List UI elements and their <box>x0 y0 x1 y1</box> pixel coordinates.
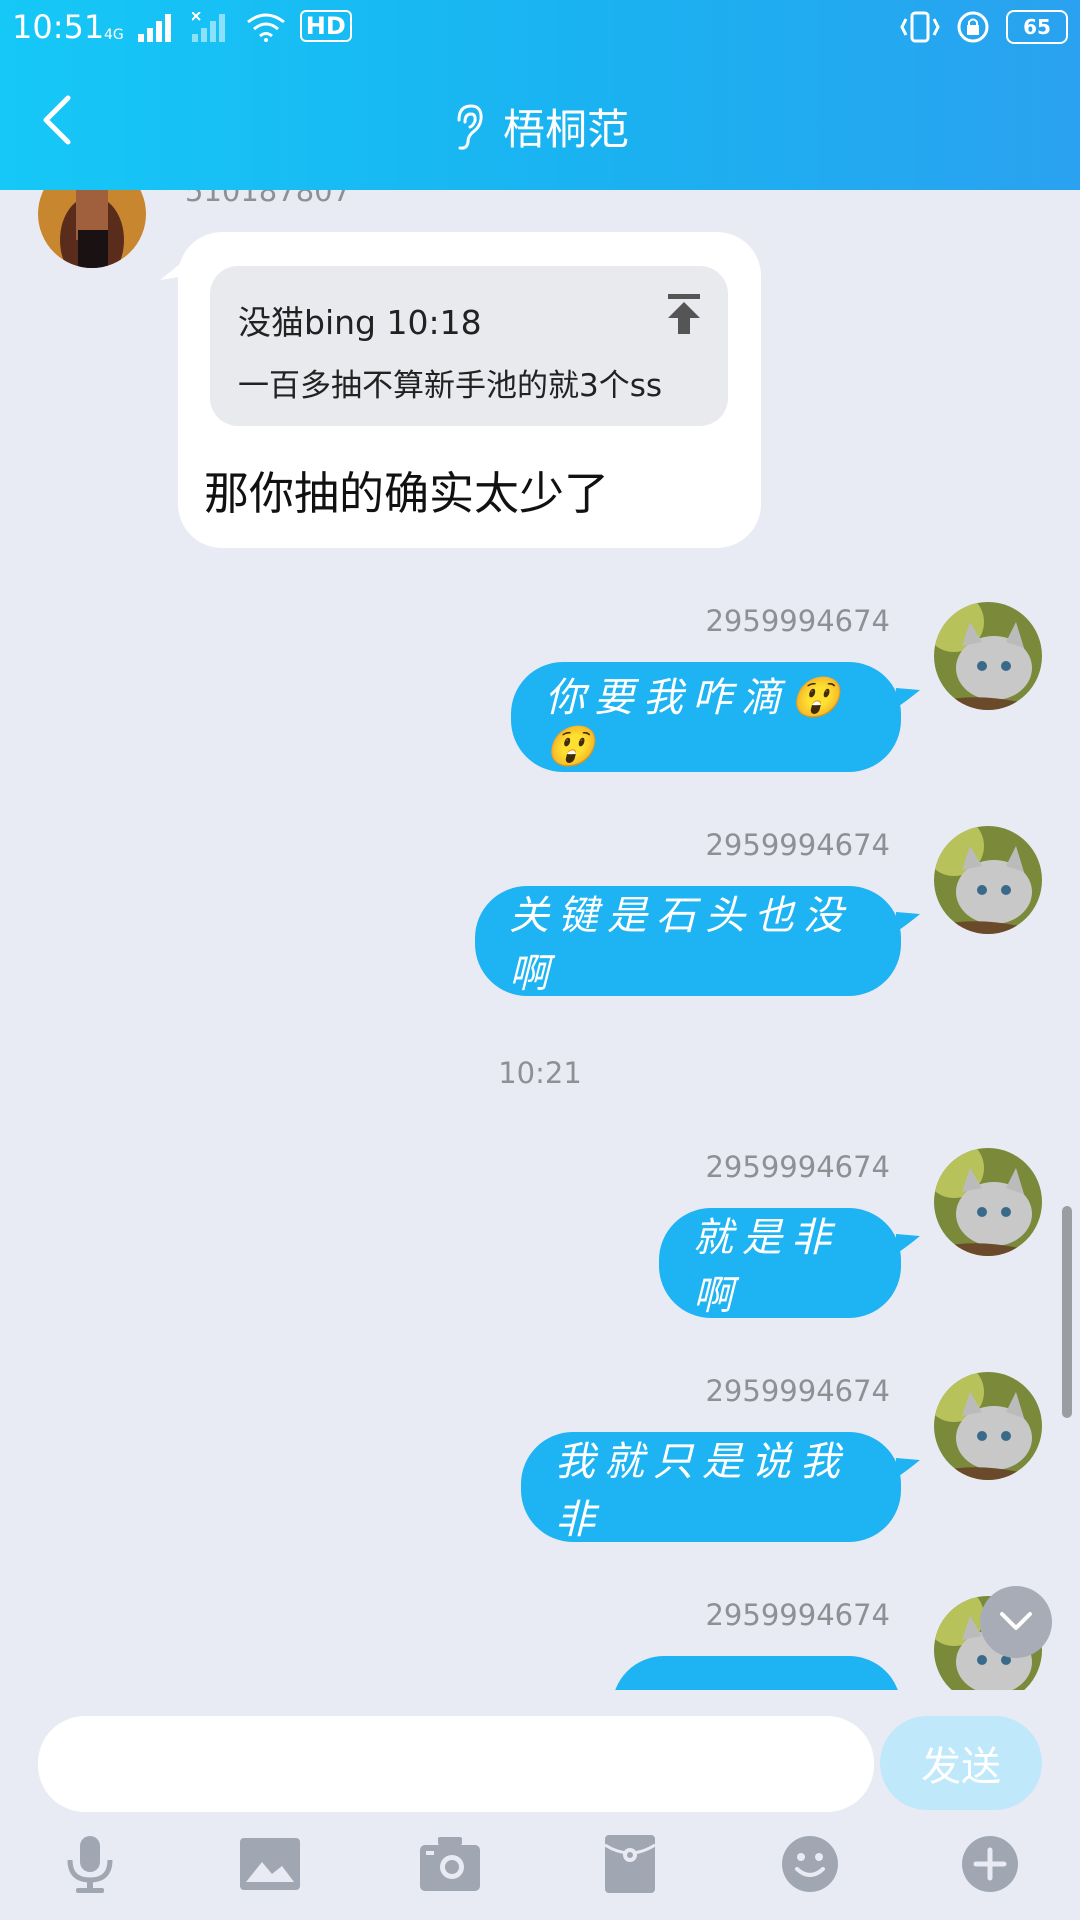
bubble-tail <box>896 912 920 932</box>
scroll-to-bottom-button[interactable] <box>980 1586 1052 1658</box>
mic-icon <box>67 1836 113 1893</box>
input-area: 发送 <box>0 1690 1080 1920</box>
scroll-down-icon <box>1000 1612 1032 1630</box>
avatar-image <box>934 1372 1042 1480</box>
avatar-image <box>934 1148 1042 1256</box>
more-button[interactable] <box>960 1832 1020 1896</box>
signal-off-icon <box>191 12 225 42</box>
quote-time: 10:18 <box>386 303 482 342</box>
sender-id: 2959994674 <box>705 1598 890 1632</box>
message-list[interactable]: 510187807 没猫bing 10:18 一百多抽不算新手池的就3个ss 那… <box>0 190 1080 1690</box>
chat-title: 梧桐范 <box>502 105 629 154</box>
image-icon <box>240 1838 300 1890</box>
sender-id: 2959994674 <box>705 1374 890 1408</box>
message-text: 我就只是说我非 <box>555 1439 849 1543</box>
emoji-button[interactable] <box>780 1832 840 1896</box>
sender-id: 2959994674 <box>705 828 890 862</box>
battery-indicator: 65 <box>1006 10 1068 44</box>
vibrate-icon <box>900 11 940 43</box>
wifi-icon <box>246 13 285 42</box>
camera-button[interactable] <box>420 1832 480 1896</box>
message-text: 你要我咋滴😲😲 <box>545 674 849 770</box>
jump-to-top-icon[interactable] <box>664 292 704 336</box>
bubble-tail <box>896 688 920 708</box>
sender-id: 2959994674 <box>705 1150 890 1184</box>
message-bubble[interactable]: 就是非啊 <box>659 1208 901 1319</box>
hd-icon: HD <box>299 10 352 42</box>
avatar[interactable] <box>38 190 146 268</box>
plus-icon <box>962 1836 1018 1892</box>
status-left-icons: 4G HD <box>104 10 352 42</box>
signal-icon <box>137 14 171 42</box>
red-packet-button[interactable] <box>600 1832 660 1896</box>
avatar[interactable] <box>934 1372 1042 1480</box>
message-input[interactable] <box>38 1716 874 1812</box>
image-button[interactable] <box>240 1832 300 1896</box>
message-text: 那你抽的确实太少了 <box>204 467 610 520</box>
emoji-icon <box>782 1836 838 1892</box>
message-bubble[interactable]: 你要我咋滴😲😲 <box>511 662 901 772</box>
quote-text: 一百多抽不算新手池的就3个ss <box>238 368 663 404</box>
message-text: 关键是石头也没啊 <box>509 893 852 997</box>
message-bubble[interactable] <box>612 1656 901 1690</box>
avatar-image <box>934 826 1042 934</box>
bubble-tail <box>896 1234 920 1254</box>
avatar[interactable] <box>934 826 1042 934</box>
input-toolbar <box>0 1832 1080 1912</box>
bubble-tail <box>896 1458 920 1478</box>
avatar[interactable] <box>934 1148 1042 1256</box>
status-time: 10:51 <box>12 8 105 46</box>
message-bubble[interactable]: 我就只是说我非 <box>521 1432 901 1543</box>
title-bar: 梧桐范 <box>0 96 1080 157</box>
message-bubble[interactable]: 关键是石头也没啊 <box>475 886 901 997</box>
avatar[interactable] <box>934 602 1042 710</box>
time-divider: 10:21 <box>498 1056 582 1090</box>
quote-author: 没猫bing <box>238 303 376 342</box>
quote-header: 没猫bing 10:18 <box>238 296 482 344</box>
send-button[interactable]: 发送 <box>880 1716 1042 1810</box>
avatar-image <box>38 190 146 268</box>
avatar-image <box>934 602 1042 710</box>
scrollbar[interactable] <box>1062 1206 1072 1418</box>
sender-id: 2959994674 <box>705 604 890 638</box>
message-text: 就是非啊 <box>693 1215 840 1319</box>
network-label: 4G <box>104 27 124 43</box>
voice-button[interactable] <box>60 1832 120 1896</box>
status-right-icons: 65 <box>900 10 1068 44</box>
message-bubble[interactable]: 没猫bing 10:18 一百多抽不算新手池的就3个ss 那你抽的确实太少了 <box>178 232 761 548</box>
quoted-message[interactable]: 没猫bing 10:18 一百多抽不算新手池的就3个ss <box>210 266 728 426</box>
red-packet-icon <box>605 1835 655 1893</box>
camera-icon <box>420 1837 480 1891</box>
rotation-lock-icon <box>957 11 989 43</box>
ear-icon[interactable] <box>451 102 485 152</box>
sender-id: 510187807 <box>185 190 352 208</box>
top-bar: 10:51 4G HD 65 梧桐范 <box>0 0 1080 190</box>
